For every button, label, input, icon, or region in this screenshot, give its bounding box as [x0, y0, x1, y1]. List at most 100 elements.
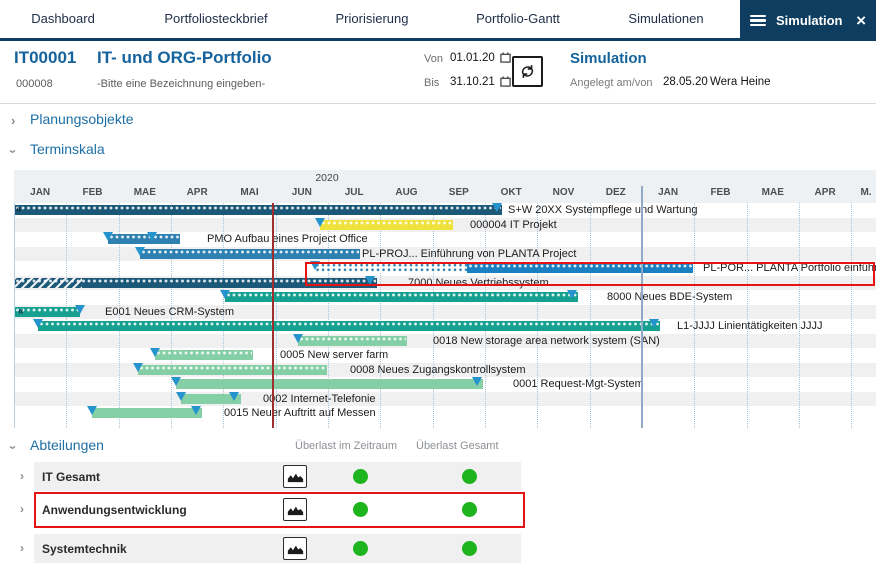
month-gridline	[485, 203, 486, 428]
month-label-4: MAI	[240, 187, 258, 198]
dept-row-anwendungsentwicklung[interactable]: Anwendungsentwicklung	[34, 495, 521, 524]
month-label-14: MAE	[762, 187, 784, 198]
status-dot-zeitraum	[353, 502, 368, 517]
month-label-3: APR	[187, 187, 208, 198]
milestone-triangle-icon[interactable]	[191, 406, 201, 415]
portfolio-id: IT00001	[14, 48, 76, 68]
gantt-bar-e001-neues-crm-system[interactable]	[14, 307, 80, 317]
simulation-title: Simulation	[570, 50, 647, 67]
chevron-right-icon[interactable]: ›	[20, 469, 24, 483]
nav-tab-priorisierung[interactable]: Priorisierung	[336, 0, 409, 38]
milestone-triangle-icon[interactable]	[365, 276, 375, 285]
utilization-chart-button[interactable]	[283, 537, 307, 560]
calendar-icon[interactable]	[500, 76, 511, 87]
chevron-down-icon[interactable]: ›	[6, 445, 21, 449]
milestone-triangle-icon[interactable]	[147, 232, 157, 241]
milestone-triangle-icon[interactable]	[87, 406, 97, 415]
dept-row-systemtechnik[interactable]: Systemtechnik	[34, 534, 521, 563]
milestone-triangle-icon[interactable]	[649, 319, 659, 328]
gantt-bar-label: 0015 Neuer Auftritt auf Messen	[224, 407, 376, 419]
milestone-triangle-icon[interactable]	[492, 203, 502, 212]
gantt-bar-label: 000004 IT Projekt	[470, 219, 557, 231]
milestone-triangle-icon[interactable]	[220, 290, 230, 299]
portfolio-code: 000008	[16, 78, 53, 90]
von-date-field[interactable]: 01.01.20	[450, 52, 495, 64]
gantt-bar-label: L1-JJJJ Linientätigkeiten JJJJ	[677, 320, 823, 332]
month-label-2: MAE	[134, 187, 156, 198]
dept-name: Systemtechnik	[42, 542, 127, 556]
gantt-bar-label: 0002 Internet-Telefonie	[263, 393, 376, 405]
top-navigation: Dashboard Portfoliosteckbrief Priorisierun…	[0, 0, 876, 38]
milestone-triangle-icon[interactable]	[315, 218, 325, 227]
gantt-bar-0015-neuer-auftritt-auf-messen[interactable]	[92, 408, 202, 418]
milestone-triangle-icon[interactable]	[33, 319, 43, 328]
continues-before-icon: «	[18, 307, 23, 317]
gantt-left-edge	[14, 203, 15, 428]
hatch-pattern	[14, 278, 82, 288]
created-label: Angelegt am/von	[570, 77, 653, 89]
bis-date-field[interactable]: 31.10.21	[450, 76, 495, 88]
gantt-bar-label: E001 Neues CRM-System	[105, 306, 234, 318]
chevron-down-icon[interactable]: ›	[6, 149, 21, 153]
refresh-button[interactable]	[512, 56, 543, 87]
milestone-triangle-icon[interactable]	[75, 305, 85, 314]
milestone-triangle-icon[interactable]	[171, 377, 181, 386]
gantt-bar-pl-por-planta-portfolio-einf-hren[interactable]	[467, 263, 693, 273]
utilization-chart-button[interactable]	[283, 465, 307, 488]
active-tab-label: Simulation	[776, 13, 856, 28]
nav-tab-portfolio-gantt[interactable]: Portfolio-Gantt	[476, 0, 560, 38]
gantt-bar-0001-request-mgt-system[interactable]	[176, 379, 483, 389]
month-label-13: FEB	[710, 187, 730, 198]
nav-tab-simulationen[interactable]: Simulationen	[628, 0, 703, 38]
milestone-triangle-icon[interactable]	[229, 392, 239, 401]
tab-simulation-active[interactable]: Simulation ×	[740, 0, 876, 41]
section-planungsobjekte[interactable]: › Planungsobjekte	[0, 111, 400, 133]
gantt-bar-l1-jjjj-linient-tigkeiten-jjjj[interactable]	[38, 321, 660, 331]
gantt-bar-0008-neues-zugangskontrollsystem[interactable]	[138, 365, 327, 375]
bis-label: Bis	[424, 77, 439, 89]
calendar-icon[interactable]	[500, 52, 511, 63]
milestone-triangle-icon[interactable]	[150, 348, 160, 357]
gantt-bar-label: 7000 Neues Vertriebssystem	[408, 277, 549, 289]
month-label-6: JUL	[345, 187, 364, 198]
gantt-bar-label: S+W 20XX Systempflege und Wartung	[508, 204, 697, 216]
column-header-ueberlast-zeitraum: Überlast im Zeitraum	[295, 440, 397, 452]
chart-icon	[287, 471, 304, 483]
milestone-triangle-icon[interactable]	[176, 392, 186, 401]
milestone-triangle-icon[interactable]	[293, 334, 303, 343]
gantt-bar-s-w-20xx-systempflege-und-wartung[interactable]	[14, 205, 502, 215]
gantt-bar-label: PMO Aufbau eines Project Office	[207, 233, 368, 245]
gantt-bar-0005-new-server-farm[interactable]	[155, 350, 253, 360]
gantt-plot-area: « S+W 20XX Systempflege und Wartung 000004…	[14, 203, 876, 428]
milestone-triangle-icon[interactable]	[567, 290, 577, 299]
close-icon[interactable]: ×	[856, 12, 866, 29]
milestone-triangle-icon[interactable]	[103, 232, 113, 241]
nav-tab-portfoliosteckbrief[interactable]: Portfoliosteckbrief	[164, 0, 267, 38]
nav-tab-dashboard[interactable]: Dashboard	[31, 0, 95, 38]
month-label-7: AUG	[395, 187, 417, 198]
dept-row-it-gesamt[interactable]: IT Gesamt	[34, 462, 521, 491]
chevron-right-icon[interactable]: ›	[20, 541, 24, 555]
gantt-bar-8000-neues-bde-system[interactable]	[225, 292, 578, 302]
gantt-bar-000004-it-projekt[interactable]	[320, 220, 453, 230]
created-date: 28.05.20	[663, 76, 708, 88]
portfolio-subtitle: -Bitte eine Bezeichnung eingeben-	[97, 78, 265, 90]
month-label-0: JAN	[30, 187, 50, 198]
year-separator-line	[641, 186, 643, 428]
gantt-bar-label: PL-POR... PLANTA Portfolio einführen	[703, 262, 876, 274]
gantt-bar-0018-new-storage-area-network-system-san[interactable]	[298, 336, 407, 346]
milestone-triangle-icon[interactable]	[133, 363, 143, 372]
chevron-right-icon[interactable]: ›	[11, 113, 15, 128]
utilization-chart-button[interactable]	[283, 498, 307, 521]
month-gridline	[537, 203, 538, 428]
gantt-bar-pmo-aufbau-eines-project-office[interactable]	[108, 234, 180, 244]
section-terminskala[interactable]: › Terminskala	[0, 141, 400, 163]
gantt-bar-pl-proj-einf-hrung-von-planta-project[interactable]	[140, 249, 360, 259]
milestone-triangle-icon[interactable]	[310, 261, 320, 270]
gantt-bar-pl-por-planta-portfolio-einf-hren[interactable]	[315, 263, 467, 273]
chevron-right-icon[interactable]: ›	[20, 502, 24, 516]
hamburger-icon[interactable]	[750, 15, 766, 26]
month-label-8: SEP	[449, 187, 469, 198]
milestone-triangle-icon[interactable]	[472, 377, 482, 386]
milestone-triangle-icon[interactable]	[135, 247, 145, 256]
